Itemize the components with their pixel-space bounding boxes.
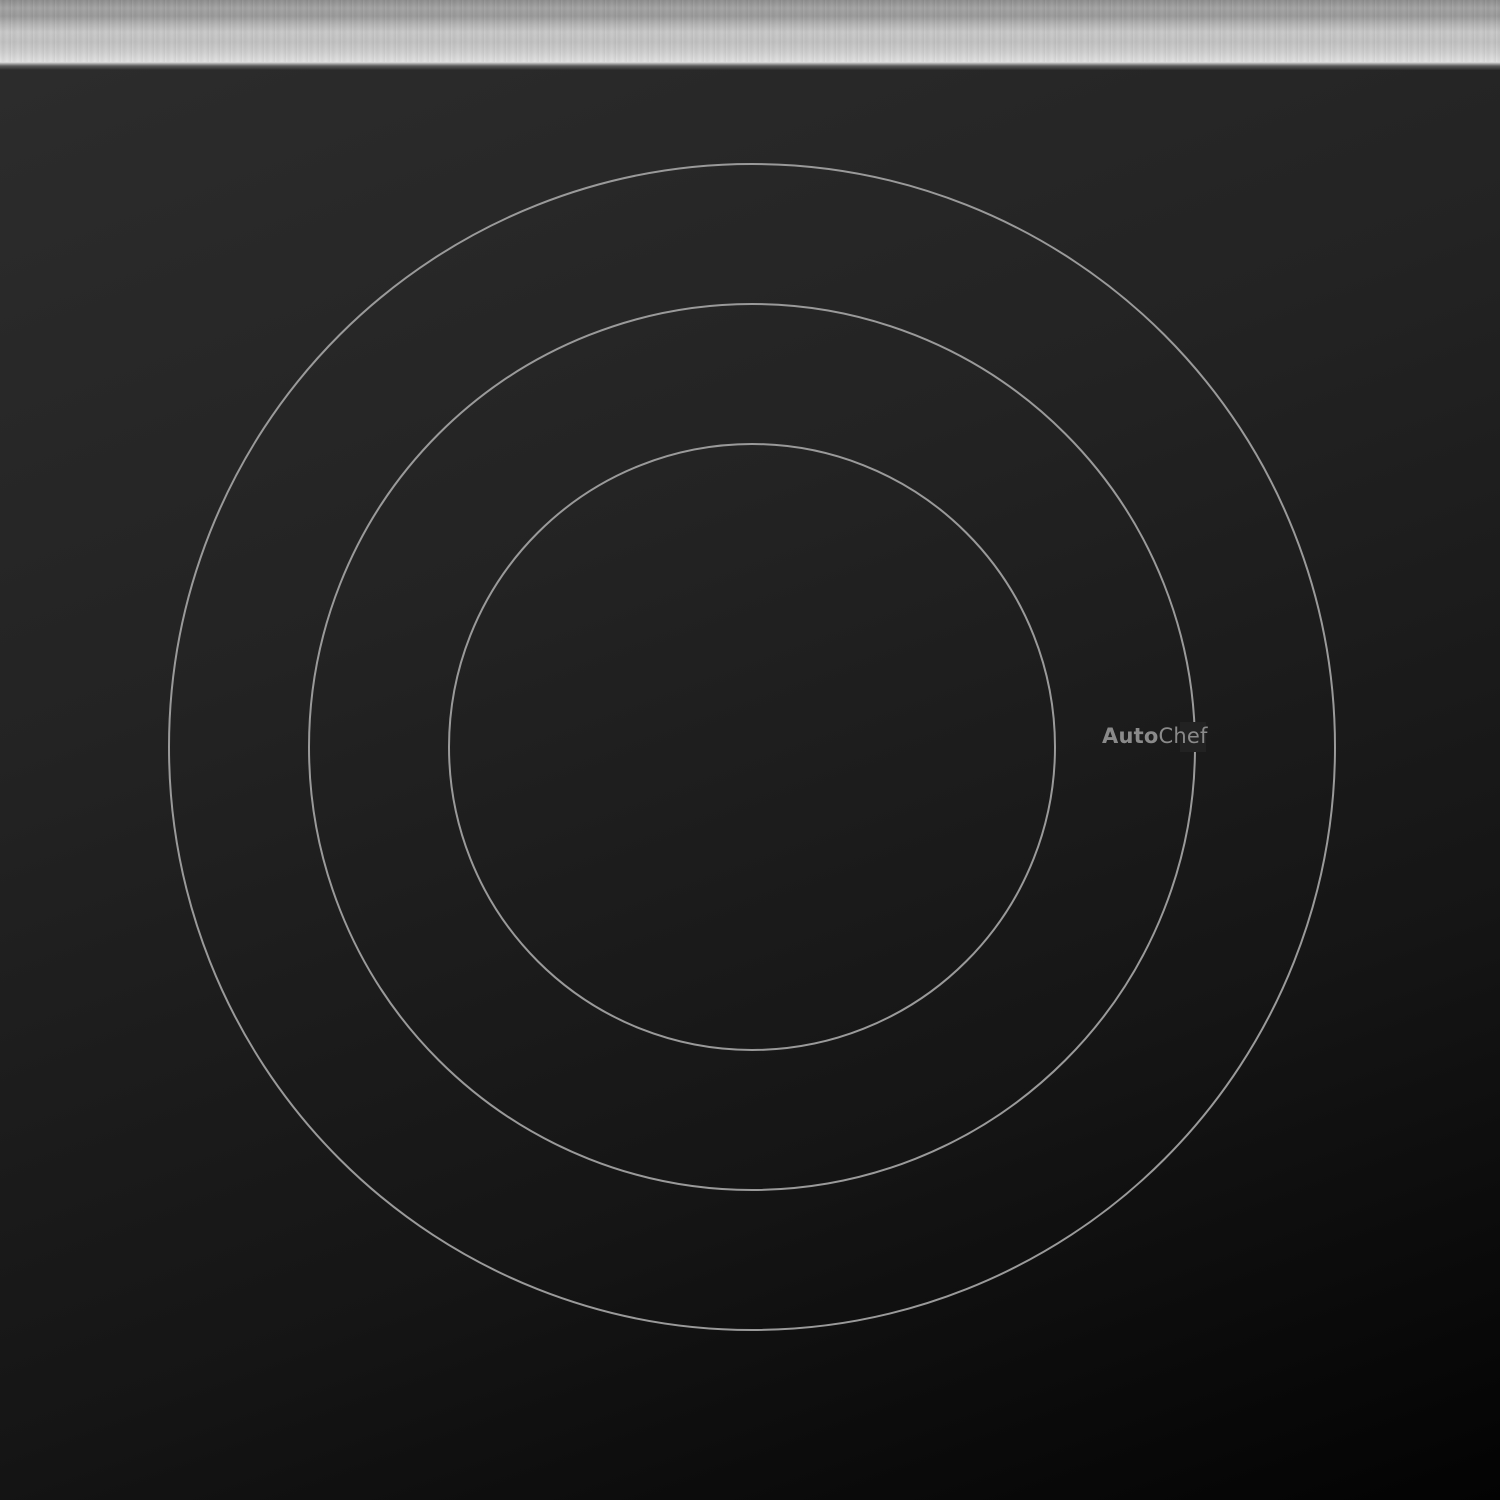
autochef-logo: AutoChef bbox=[1102, 722, 1208, 750]
inner-zone-ring bbox=[448, 443, 1056, 1051]
middle-zone-ring bbox=[308, 303, 1196, 1191]
cooking-zone-rings bbox=[168, 163, 1336, 1331]
brand-part-chef: Chef bbox=[1158, 724, 1208, 748]
cooktop-scene: AutoChef bbox=[0, 0, 1500, 1500]
brand-part-auto: Auto bbox=[1102, 724, 1159, 748]
